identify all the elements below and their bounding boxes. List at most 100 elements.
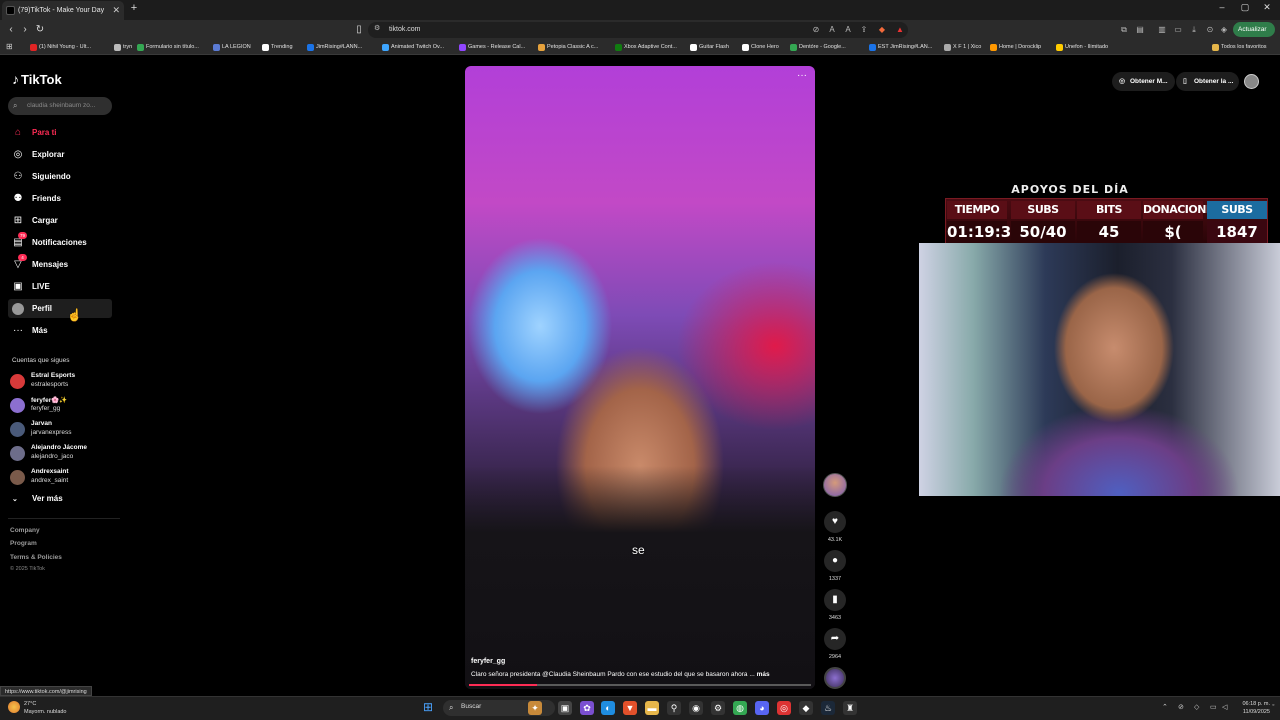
share-arrow-icon[interactable]: ➦ xyxy=(824,628,846,650)
taskbar-clock[interactable]: 06:18 p. m. 11/09/2025 xyxy=(1238,700,1270,716)
sidebar-item-live[interactable]: ▣ LIVE xyxy=(8,277,112,296)
maximize-icon[interactable]: ▢ xyxy=(1238,2,1252,13)
tray-app-icon[interactable]: ◇ xyxy=(1194,703,1199,711)
close-window-icon[interactable]: ✕ xyxy=(1260,2,1274,13)
close-tab-icon[interactable]: ✕ xyxy=(112,1,120,20)
tray-volume-icon[interactable]: ◁ xyxy=(1222,703,1227,711)
browser-tab[interactable]: (79)TikTok - Make Your Day ✕ xyxy=(2,1,124,20)
sidebar-item-siguiendo[interactable]: ⚇ Siguiendo xyxy=(8,167,112,186)
minimize-icon[interactable]: – xyxy=(1215,2,1229,12)
bookmark-item[interactable]: X F 1 | Xico xyxy=(944,41,981,54)
file-explorer-icon[interactable]: ▬ xyxy=(645,701,659,715)
bookmark-item[interactable]: Dentóre - Google... xyxy=(790,41,846,54)
discord-icon[interactable]: ◕ xyxy=(755,701,769,715)
obs-icon[interactable]: ◎ xyxy=(777,701,791,715)
comment-icon[interactable]: ● xyxy=(824,550,846,572)
followed-account[interactable]: Alejandro Jácome alejandro_jaco xyxy=(10,442,120,464)
shield-icon[interactable]: ◈ xyxy=(1218,24,1230,36)
bookmark-item[interactable]: tryn xyxy=(114,41,132,54)
extensions-icon[interactable]: ⧉ xyxy=(1118,24,1130,36)
site-info-icon[interactable]: ⚙ xyxy=(374,24,384,34)
get-app-button[interactable]: ▯ Obtener la ... xyxy=(1176,72,1239,91)
footer-link-program[interactable]: Program xyxy=(10,540,37,547)
translate-icon[interactable]: A xyxy=(826,24,838,36)
chrome-icon[interactable]: ◍ xyxy=(733,701,747,715)
bookmark-item[interactable]: Games - Release Cal... xyxy=(459,41,525,54)
vpn-icon[interactable]: ⊙ xyxy=(1204,24,1216,36)
followed-account[interactable]: Jarvan jarvanexpress xyxy=(10,418,120,440)
bookmark-item[interactable]: Formulario sin título... xyxy=(137,41,199,54)
more-options-icon[interactable]: ··· xyxy=(795,70,809,81)
notification-bell-icon[interactable]: ◦ xyxy=(1272,702,1274,709)
sidebar-item-m-s[interactable]: ··· Más xyxy=(8,321,112,340)
tiktok-logo[interactable]: ♪ TikTok xyxy=(12,71,62,87)
edge-icon[interactable]: ◐ xyxy=(601,701,615,715)
sidebar-item-mensajes[interactable]: ▽ Mensajes 4 xyxy=(8,254,112,274)
steam-icon[interactable]: ♨ xyxy=(821,701,835,715)
share-icon[interactable]: ⇪ xyxy=(858,24,870,36)
rewards-icon[interactable]: ▲ xyxy=(894,24,906,36)
update-button[interactable]: Actualizar xyxy=(1233,22,1275,37)
brave-shield-icon[interactable]: ◆ xyxy=(876,24,888,36)
user-avatar[interactable] xyxy=(1244,74,1259,89)
search-query[interactable]: claudia sheinbaum zo... xyxy=(27,101,95,111)
weather-icon[interactable] xyxy=(8,701,20,713)
no-tracking-icon[interactable]: ⊘ xyxy=(810,24,822,36)
creator-avatar[interactable] xyxy=(823,473,847,497)
sidebar-item-cargar[interactable]: ⊞ Cargar xyxy=(8,211,112,230)
sidebar-item-friends[interactable]: ⚉ Friends xyxy=(8,189,112,208)
like-icon[interactable]: ♥ xyxy=(824,511,846,533)
all-bookmarks-folder[interactable]: Todos los favoritos xyxy=(1212,41,1267,54)
reload-icon[interactable]: ↻ xyxy=(33,22,47,38)
video-player[interactable] xyxy=(465,66,815,689)
followed-account[interactable]: Andrexsaint andrex_saint xyxy=(10,466,120,488)
bookmark-item[interactable]: Unefon - Ilimitado xyxy=(1056,41,1108,54)
downloads-icon[interactable]: ⤓ xyxy=(1188,24,1200,36)
footer-link-company[interactable]: Company xyxy=(10,527,40,534)
wallet-icon[interactable]: ▤ xyxy=(1134,24,1146,36)
bookmark-item[interactable]: EST JimRising#LAN... xyxy=(869,41,932,54)
sidebar-item-notificaciones[interactable]: ▤ Notificaciones 79 xyxy=(8,232,112,252)
bookmark-item[interactable]: (1) Nihil Young - Ult... xyxy=(30,41,91,54)
weather-widget[interactable]: 27°C Mayorm. nublado xyxy=(24,700,67,716)
new-tab-button[interactable]: + xyxy=(128,2,140,18)
apps-grid-icon[interactable]: ⊞ xyxy=(6,42,13,51)
bookmark-item[interactable]: Petopia Classic A c... xyxy=(538,41,598,54)
tray-chevron-icon[interactable]: ⌃ xyxy=(1162,703,1168,711)
footer-link-terms[interactable]: Terms & Policies xyxy=(10,554,62,561)
sidebar-item-explorar[interactable]: ◎ Explorar xyxy=(8,145,112,164)
bookmark-item[interactable]: Trending xyxy=(262,41,293,54)
sidebar-item-para-ti[interactable]: ⌂ Para ti xyxy=(8,123,112,142)
task-view-icon[interactable]: ▣ xyxy=(558,701,572,715)
music-disc-icon[interactable] xyxy=(824,667,846,689)
bookmark-item[interactable]: Xbox Adaptive Cont... xyxy=(615,41,677,54)
pin-app-icon[interactable]: ⚲ xyxy=(667,701,681,715)
brave-icon[interactable]: ▼ xyxy=(623,701,637,715)
bookmark-item[interactable]: Clone Hero xyxy=(742,41,779,54)
video-author[interactable]: feryfer_gg xyxy=(471,658,505,665)
tray-display-icon[interactable]: ▭ xyxy=(1210,703,1217,711)
copilot-icon[interactable]: ✿ xyxy=(580,701,594,715)
app-icon-b[interactable]: ◆ xyxy=(799,701,813,715)
see-more-button[interactable]: ⌄ Ver más xyxy=(12,493,63,506)
back-icon[interactable]: ‹ xyxy=(4,22,18,38)
bookmark-page-icon[interactable]: ▯ xyxy=(352,22,366,38)
forward-icon[interactable]: › xyxy=(18,22,32,38)
bookmark-item[interactable]: Animated Twitch Ov... xyxy=(382,41,444,54)
bookmark-item[interactable]: LA LEGION xyxy=(213,41,251,54)
app-icon-a[interactable]: ◉ xyxy=(689,701,703,715)
sidebar-item-perfil[interactable]: ● Perfil xyxy=(8,299,112,318)
bookmark-item[interactable]: JimRising#LANN... xyxy=(307,41,362,54)
url-text[interactable]: tiktok.com xyxy=(389,23,421,37)
reading-list-icon[interactable]: ▭ xyxy=(1172,24,1184,36)
app-icon-c[interactable]: ♜ xyxy=(843,701,857,715)
bookmark-item[interactable]: Guitar Flash xyxy=(690,41,729,54)
sidebar-toggle-icon[interactable]: ▥ xyxy=(1156,24,1168,36)
bookmark-icon[interactable]: ▮ xyxy=(824,589,846,611)
windows-start-icon[interactable]: ⊞ xyxy=(423,701,436,714)
description-more-link[interactable]: más xyxy=(757,671,770,678)
tray-network-off-icon[interactable]: ⊘ xyxy=(1178,703,1184,711)
search-highlight-icon[interactable]: ✦ xyxy=(528,701,542,715)
read-aloud-icon[interactable]: A xyxy=(842,24,854,36)
followed-account[interactable]: Estral Esports estralesports xyxy=(10,370,120,392)
